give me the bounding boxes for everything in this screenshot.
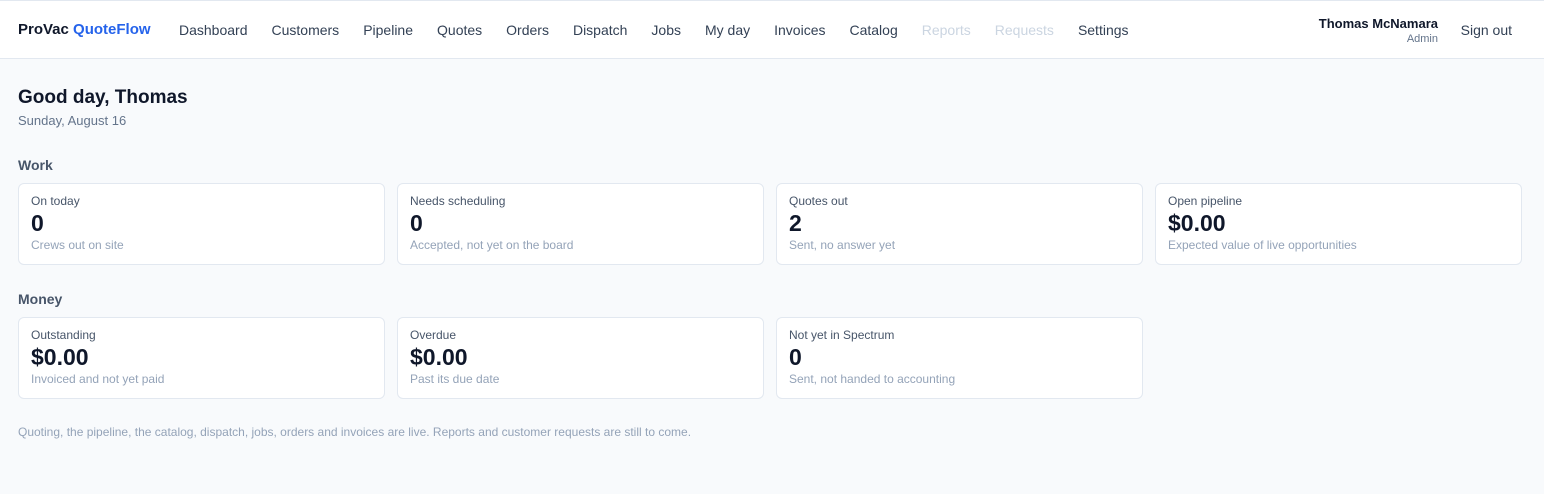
card-needs-scheduling[interactable]: Needs scheduling 0 Accepted, not yet on … (397, 183, 764, 265)
card-description: Expected value of live opportunities (1168, 238, 1357, 253)
card-value: $0.00 (31, 344, 89, 370)
brand-product: QuoteFlow (73, 21, 151, 38)
card-value: $0.00 (1168, 210, 1226, 236)
card-open-pipeline[interactable]: Open pipeline $0.00 Expected value of li… (1155, 183, 1522, 265)
nav-catalog[interactable]: Catalog (849, 22, 897, 38)
nav-jobs[interactable]: Jobs (651, 22, 681, 38)
page-title: Good day, Thomas (18, 87, 188, 108)
current-date: Sunday, August 16 (18, 113, 127, 128)
nav-dispatch[interactable]: Dispatch (573, 22, 627, 38)
nav-customers[interactable]: Customers (272, 22, 340, 38)
footnote: Quoting, the pipeline, the catalog, disp… (18, 425, 692, 439)
card-overdue[interactable]: Overdue $0.00 Past its due date (397, 317, 764, 399)
card-label: Overdue (410, 328, 457, 342)
sign-out-link[interactable]: Sign out (1461, 22, 1512, 38)
card-label: Outstanding (31, 328, 96, 342)
brand-logo[interactable]: ProVac QuoteFlow (18, 21, 151, 38)
user-info: Thomas McNamara Admin (1319, 16, 1438, 45)
top-nav-bar: ProVac QuoteFlow Dashboard Customers Pip… (0, 1, 1544, 59)
nav-my-day[interactable]: My day (705, 22, 750, 38)
card-value: 0 (31, 210, 44, 236)
card-value: 0 (410, 210, 423, 236)
card-not-in-spectrum[interactable]: Not yet in Spectrum 0 Sent, not handed t… (776, 317, 1143, 399)
card-value: $0.00 (410, 344, 468, 370)
card-label: Needs scheduling (410, 194, 506, 208)
card-description: Sent, not handed to accounting (789, 372, 956, 387)
nav-reports: Reports (921, 22, 971, 38)
card-label: Open pipeline (1168, 194, 1243, 208)
money-cards: Outstanding $0.00 Invoiced and not yet p… (18, 317, 1143, 399)
card-label: On today (31, 194, 80, 208)
nav-orders[interactable]: Orders (506, 22, 549, 38)
card-description: Past its due date (410, 372, 500, 387)
card-description: Invoiced and not yet paid (31, 372, 165, 387)
card-description: Crews out on site (31, 238, 124, 253)
user-role: Admin (1406, 33, 1438, 45)
card-label: Quotes out (789, 194, 848, 208)
card-value: 0 (789, 344, 802, 370)
section-work-label: Work (18, 157, 53, 173)
card-outstanding[interactable]: Outstanding $0.00 Invoiced and not yet p… (18, 317, 385, 399)
nav-requests: Requests (994, 22, 1054, 38)
card-description: Sent, no answer yet (789, 238, 896, 253)
card-description: Accepted, not yet on the board (410, 238, 574, 253)
brand-name: ProVac (18, 21, 69, 38)
card-on-today[interactable]: On today 0 Crews out on site (18, 183, 385, 265)
nav-invoices[interactable]: Invoices (774, 22, 825, 38)
work-cards: On today 0 Crews out on site Needs sched… (18, 183, 1522, 265)
main-nav: Dashboard Customers Pipeline Quotes Orde… (179, 22, 1129, 38)
user-name: Thomas McNamara (1318, 16, 1438, 31)
nav-dashboard[interactable]: Dashboard (179, 22, 248, 38)
nav-quotes[interactable]: Quotes (437, 22, 482, 38)
nav-pipeline[interactable]: Pipeline (363, 22, 413, 38)
section-money-label: Money (18, 291, 63, 307)
card-label: Not yet in Spectrum (789, 328, 895, 342)
card-value: 2 (789, 210, 802, 236)
nav-settings[interactable]: Settings (1078, 22, 1129, 38)
card-quotes-out[interactable]: Quotes out 2 Sent, no answer yet (776, 183, 1143, 265)
